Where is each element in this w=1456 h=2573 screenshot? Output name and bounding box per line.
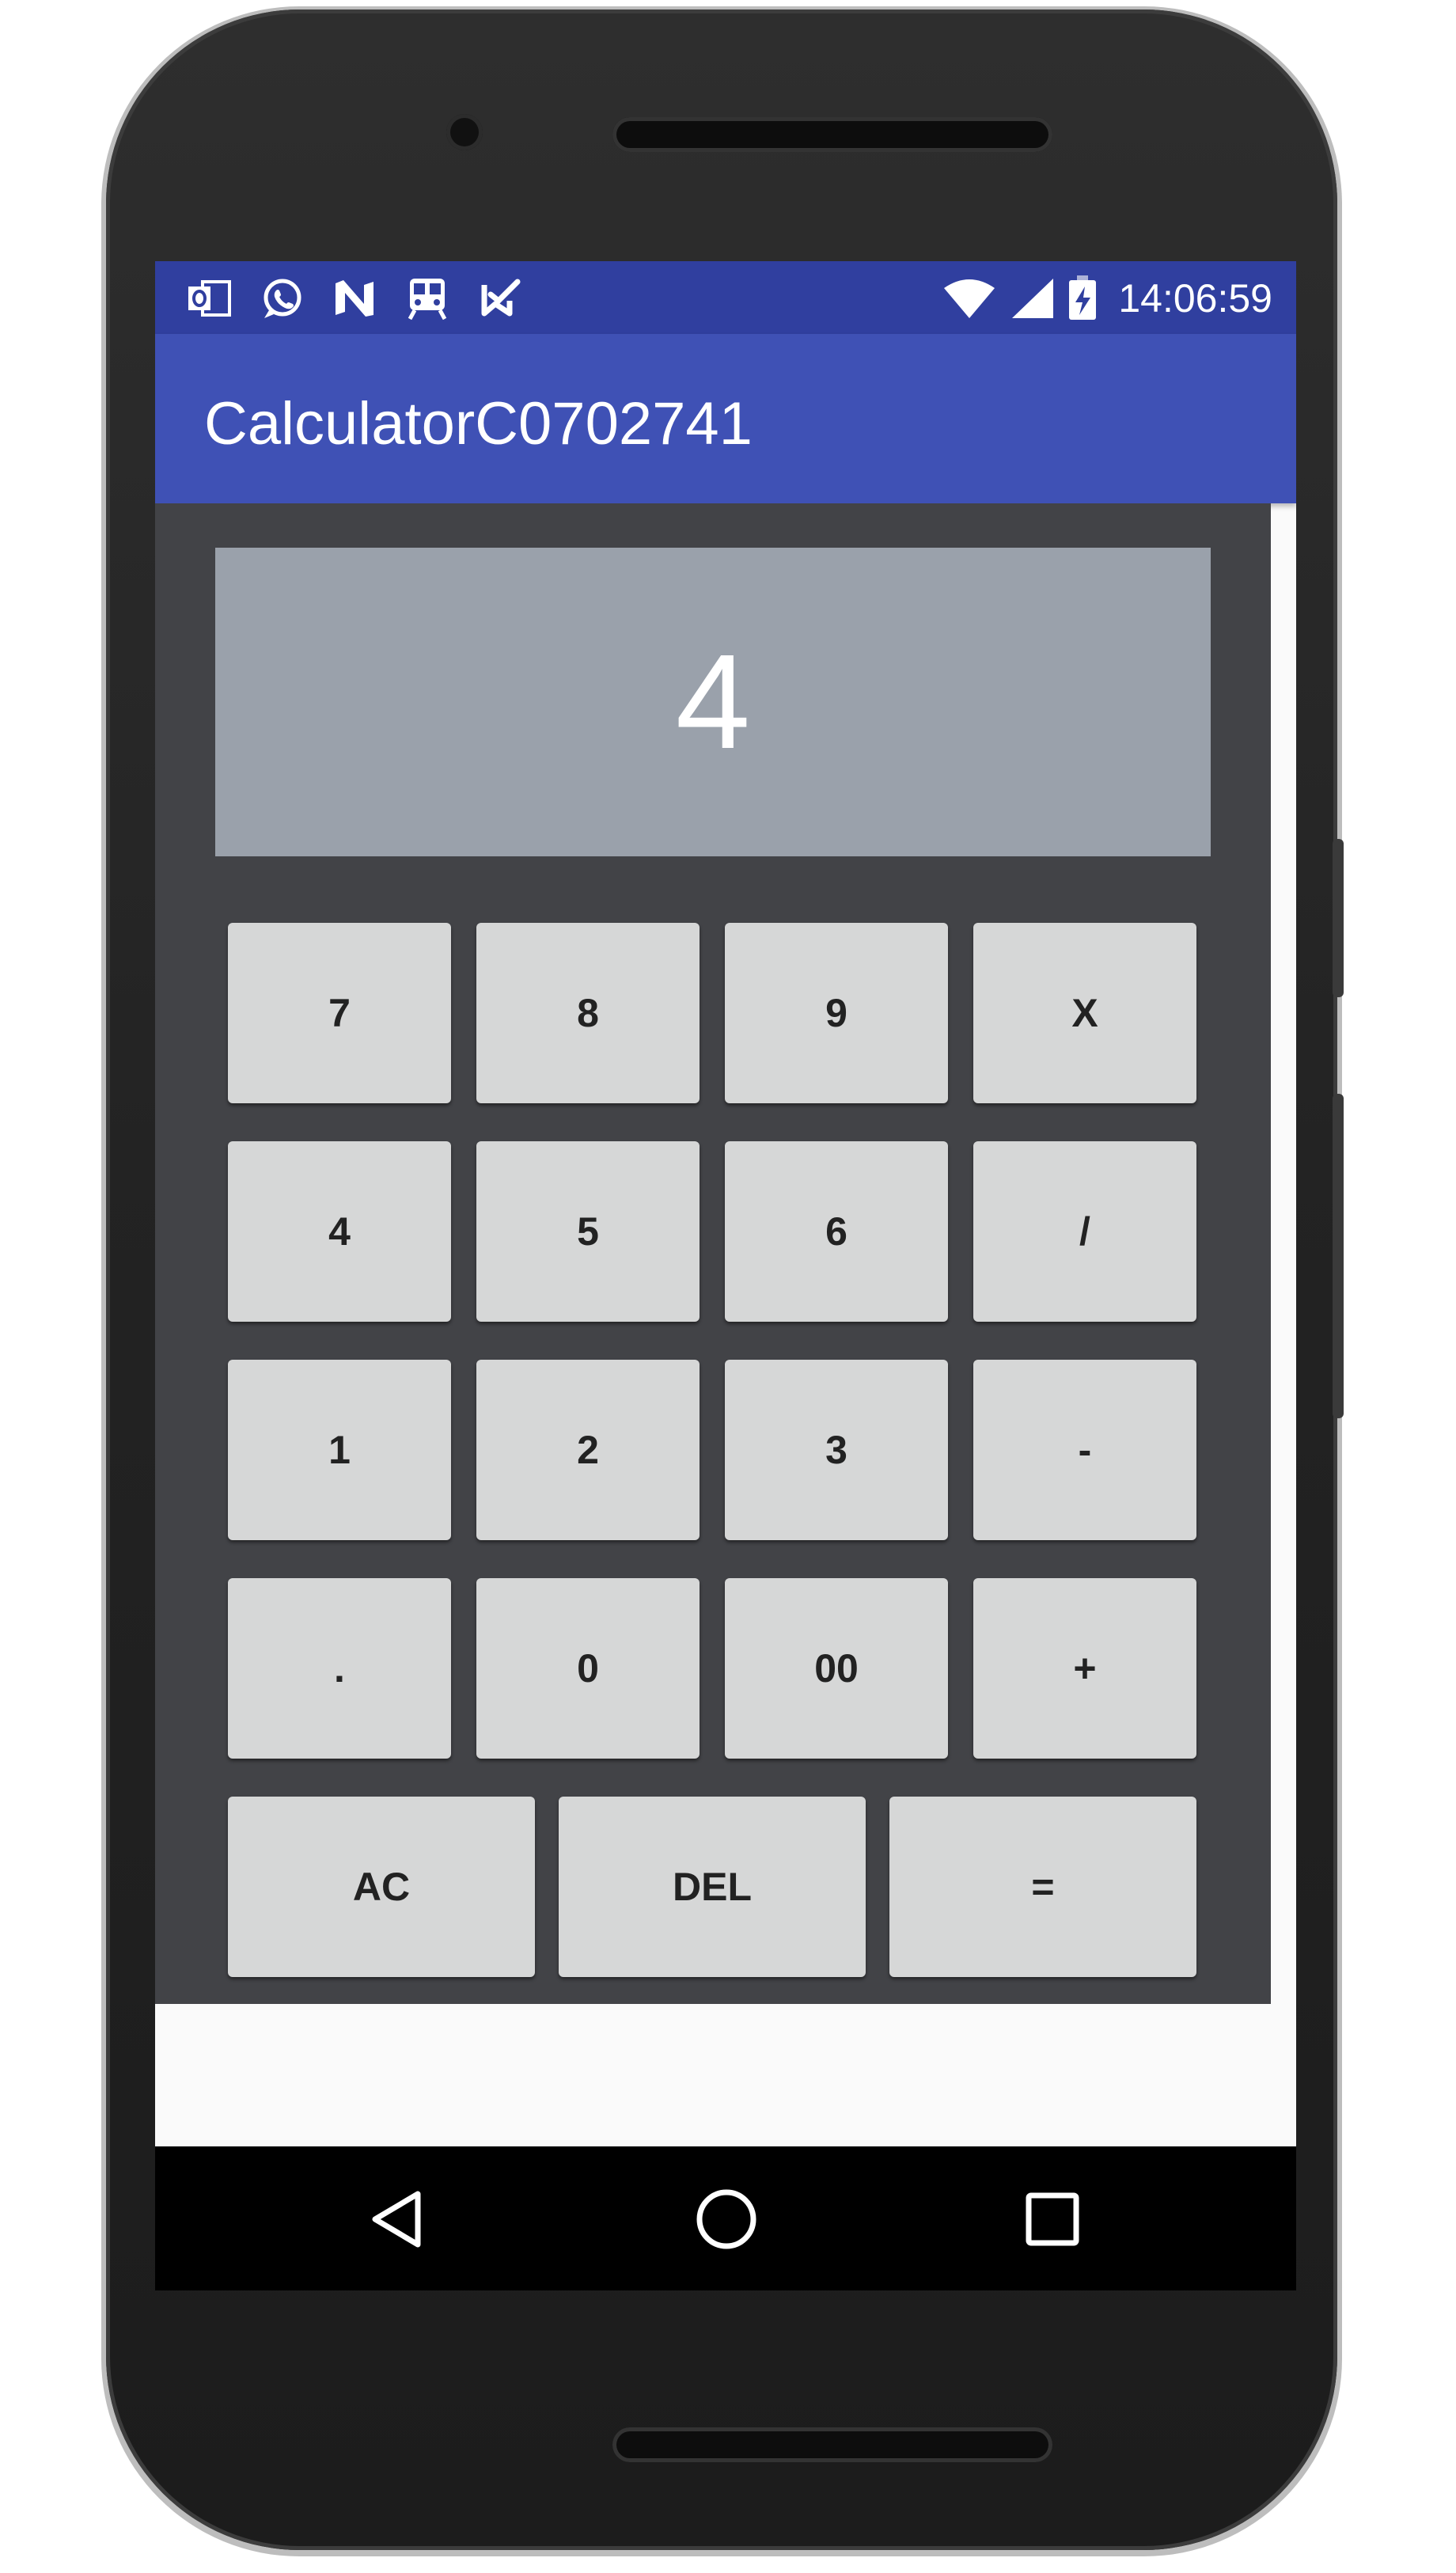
- app-title: CalculatorC0702741: [204, 390, 753, 457]
- signal-icon: [1012, 279, 1054, 318]
- key-6[interactable]: 6: [725, 1141, 948, 1322]
- key-1[interactable]: 1: [228, 1360, 451, 1540]
- key-decimal[interactable]: .: [228, 1578, 451, 1759]
- key-5[interactable]: 5: [476, 1141, 700, 1322]
- key-7[interactable]: 7: [228, 923, 451, 1103]
- result-display: 4: [215, 548, 1211, 856]
- home-icon[interactable]: [693, 2186, 760, 2252]
- app-bar: CalculatorC0702741: [155, 334, 1296, 503]
- key-delete[interactable]: DEL: [559, 1797, 866, 1977]
- volume-button: [1333, 1094, 1344, 1418]
- train-icon: [408, 279, 447, 320]
- key-2[interactable]: 2: [476, 1360, 700, 1540]
- earpiece-speaker: [612, 117, 1052, 152]
- key-3[interactable]: 3: [725, 1360, 948, 1540]
- status-clock: 14:06:59: [1118, 276, 1272, 321]
- key-subtract[interactable]: -: [973, 1360, 1196, 1540]
- bottom-speaker: [612, 2427, 1052, 2462]
- n-app-icon: [336, 280, 373, 317]
- front-camera: [446, 114, 483, 150]
- display-value: 4: [675, 627, 751, 777]
- outlook-icon: [188, 280, 231, 317]
- key-00[interactable]: 00: [725, 1578, 948, 1759]
- key-clear-all[interactable]: AC: [228, 1797, 535, 1977]
- key-8[interactable]: 8: [476, 923, 700, 1103]
- recents-icon[interactable]: [1019, 2186, 1086, 2252]
- key-0[interactable]: 0: [476, 1578, 700, 1759]
- battery-charging-icon: [1069, 275, 1097, 320]
- key-equals[interactable]: =: [889, 1797, 1196, 1977]
- wifi-icon: [944, 279, 995, 318]
- key-multiply[interactable]: X: [973, 923, 1196, 1103]
- key-divide[interactable]: /: [973, 1141, 1196, 1322]
- back-icon[interactable]: [366, 2186, 432, 2252]
- checklist-icon: [481, 279, 521, 317]
- whatsapp-icon: [264, 279, 301, 318]
- key-add[interactable]: +: [973, 1578, 1196, 1759]
- calculator-panel: 4 7 8 9 X 4 5 6 / 1 2 3 - . 0 00 + AC DE…: [155, 503, 1271, 2004]
- screen: 14:06:59 CalculatorC0702741 4 7 8 9 X 4 …: [155, 261, 1296, 2290]
- power-button: [1333, 839, 1344, 997]
- navigation-bar: [155, 2146, 1296, 2290]
- status-bar: 14:06:59: [155, 261, 1296, 334]
- key-9[interactable]: 9: [725, 923, 948, 1103]
- key-4[interactable]: 4: [228, 1141, 451, 1322]
